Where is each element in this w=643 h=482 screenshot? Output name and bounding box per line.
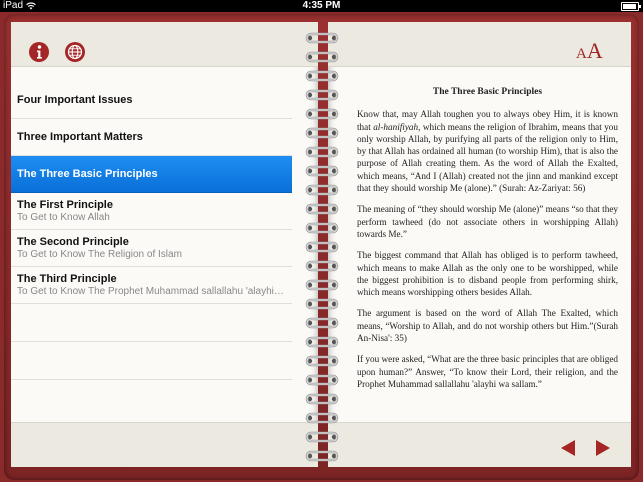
spiral-ring xyxy=(305,51,339,63)
list-item-title: The Three Basic Principles xyxy=(17,168,158,180)
spiral-ring xyxy=(305,146,339,158)
article-title: The Three Basic Principles xyxy=(432,87,543,97)
status-bar: iPad 4:35 PM xyxy=(0,0,643,12)
spiral-ring xyxy=(305,431,339,443)
article-paragraph: The meaning of “they should worship Me (… xyxy=(357,204,618,239)
list-item-title: Four Important Issues xyxy=(17,94,133,106)
article: The Three Basic Principles Know that, ma… xyxy=(357,82,618,399)
list-item[interactable]: The Third Principle To Get to Know The P… xyxy=(11,267,292,304)
info-icon[interactable] xyxy=(28,41,50,63)
globe-icon[interactable] xyxy=(64,41,86,63)
empty-row xyxy=(11,342,292,380)
list-item-title: The Second Principle xyxy=(17,236,129,248)
spiral-ring xyxy=(305,108,339,120)
article-paragraph: The biggest command that Allah has oblig… xyxy=(357,250,618,298)
spiral-ring xyxy=(305,412,339,424)
spiral-binding xyxy=(305,32,339,462)
right-bottom-bar xyxy=(328,422,631,467)
spiral-ring xyxy=(305,279,339,291)
spiral-ring xyxy=(305,32,339,44)
left-toolbar xyxy=(11,22,318,67)
spiral-ring xyxy=(305,165,339,177)
spiral-ring xyxy=(305,70,339,82)
spiral-ring xyxy=(305,298,339,310)
battery-icon xyxy=(621,2,641,11)
list-item-subtitle: To Get to Know The Prophet Muhammad sall… xyxy=(17,286,286,297)
spiral-ring xyxy=(305,203,339,215)
article-paragraph: The argument is based on the word of All… xyxy=(357,308,618,344)
spiral-ring xyxy=(305,336,339,348)
spiral-ring xyxy=(305,317,339,329)
chapter-list: Four Important Issues Three Important Ma… xyxy=(11,82,292,380)
list-item-title: Three Important Matters xyxy=(17,131,143,143)
text-span: , which means the religion of Ibrahim, m… xyxy=(357,121,618,194)
list-item-subtitle: To Get to Know The Religion of Islam xyxy=(17,249,182,260)
spiral-ring xyxy=(305,260,339,272)
list-item-subtitle: To Get to Know Allah xyxy=(17,212,110,223)
spiral-ring xyxy=(305,374,339,386)
list-item-selected[interactable]: The Three Basic Principles xyxy=(11,156,292,193)
list-item[interactable]: Four Important Issues xyxy=(11,82,292,119)
list-item-title: The First Principle xyxy=(17,199,113,211)
list-item[interactable]: The First Principle To Get to Know Allah xyxy=(11,193,292,230)
font-size-small-label: A xyxy=(576,46,587,62)
emphasis-text: al-hanifiyah xyxy=(373,121,419,132)
right-arrow-icon[interactable] xyxy=(594,438,612,458)
list-item[interactable]: The Second Principle To Get to Know The … xyxy=(11,230,292,267)
spiral-ring xyxy=(305,222,339,234)
left-bottom-bar xyxy=(11,422,318,467)
spiral-ring xyxy=(305,127,339,139)
spiral-ring xyxy=(305,89,339,101)
left-arrow-icon[interactable] xyxy=(559,438,577,458)
spiral-ring xyxy=(305,184,339,196)
font-size-button[interactable]: AA xyxy=(576,38,603,64)
spiral-ring xyxy=(305,355,339,367)
clock: 4:35 PM xyxy=(302,0,341,11)
spiral-ring xyxy=(305,393,339,405)
spiral-ring xyxy=(305,241,339,253)
list-item-title: The Third Principle xyxy=(17,273,117,285)
spiral-ring xyxy=(305,450,339,462)
empty-row xyxy=(11,304,292,342)
article-paragraph: Know that, may Allah toughen you to alwa… xyxy=(357,108,618,194)
list-item[interactable]: Three Important Matters xyxy=(11,119,292,156)
article-paragraph: If you were asked, “What are the three b… xyxy=(357,354,618,389)
font-size-large-label: A xyxy=(586,38,603,63)
